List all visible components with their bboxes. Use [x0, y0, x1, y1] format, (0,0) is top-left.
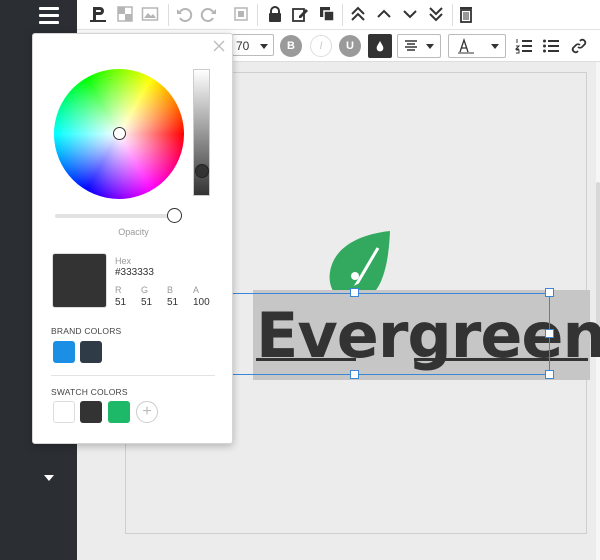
- image-icon[interactable]: [139, 3, 161, 25]
- text-color-button[interactable]: [368, 34, 392, 58]
- g-value-field[interactable]: 51: [141, 297, 152, 308]
- text-underline: [256, 358, 356, 361]
- color-wheel-handle[interactable]: [113, 127, 126, 140]
- droplet-icon: [376, 41, 384, 52]
- g-label: G: [141, 285, 149, 295]
- r-value-field[interactable]: 51: [115, 297, 126, 308]
- underline-button[interactable]: U: [339, 35, 361, 57]
- ordered-list-icon[interactable]: [513, 35, 535, 57]
- top-toolbar: [77, 0, 600, 30]
- color-picker-popover: Opacity Hex #333333 R G B A 51 51 51 100…: [32, 33, 233, 444]
- swatch-color[interactable]: [53, 401, 75, 423]
- selection-border: [230, 374, 550, 375]
- hex-label: Hex: [115, 256, 132, 266]
- swatch-color[interactable]: [108, 401, 130, 423]
- a-value-field[interactable]: 100: [193, 297, 210, 308]
- divider: [51, 375, 215, 376]
- resize-handle[interactable]: [545, 329, 554, 338]
- chevron-down-icon: [260, 44, 268, 49]
- b-label: B: [167, 285, 174, 295]
- bold-label: B: [287, 40, 295, 52]
- underline-label: U: [346, 40, 354, 52]
- close-icon[interactable]: [213, 40, 225, 52]
- opacity-label: Opacity: [118, 227, 149, 237]
- text-underline: [414, 358, 588, 361]
- brand-color-swatch[interactable]: [53, 341, 75, 363]
- swatch-color[interactable]: [80, 401, 102, 423]
- send-backward-icon[interactable]: [399, 3, 421, 25]
- chevron-down-icon: [426, 44, 434, 49]
- current-color-swatch: [52, 253, 107, 308]
- trash-icon[interactable]: [455, 3, 477, 25]
- brightness-handle[interactable]: [195, 164, 209, 178]
- add-swatch-button[interactable]: +: [136, 401, 158, 423]
- b-value-field[interactable]: 51: [167, 297, 178, 308]
- crop-icon[interactable]: [230, 3, 252, 25]
- swatch-colors-title: SWATCH COLORS: [51, 387, 128, 397]
- send-to-back-icon[interactable]: [425, 3, 447, 25]
- italic-label: I: [319, 40, 323, 52]
- bring-to-front-icon[interactable]: [347, 3, 369, 25]
- letter-spacing-select[interactable]: [448, 34, 506, 58]
- selection-border: [230, 293, 550, 294]
- redo-icon[interactable]: [198, 3, 220, 25]
- hex-value-field[interactable]: #333333: [115, 267, 154, 278]
- caret-down-icon[interactable]: [44, 475, 54, 481]
- undo-icon[interactable]: [173, 3, 195, 25]
- lock-icon[interactable]: [264, 3, 286, 25]
- font-size-select[interactable]: 70: [232, 34, 274, 56]
- italic-button[interactable]: I: [310, 35, 332, 57]
- brand-colors-title: BRAND COLORS: [51, 326, 122, 336]
- font-size-value: 70: [236, 39, 250, 53]
- letter-spacing-icon: [458, 38, 474, 54]
- align-center-icon: [405, 40, 417, 51]
- text-format-icon[interactable]: [87, 3, 109, 25]
- edit-icon[interactable]: [289, 3, 311, 25]
- align-select[interactable]: [397, 34, 441, 58]
- opacity-slider[interactable]: [55, 214, 175, 218]
- transparency-icon[interactable]: [114, 3, 136, 25]
- resize-handle[interactable]: [350, 288, 359, 297]
- duplicate-icon[interactable]: [316, 3, 338, 25]
- resize-handle[interactable]: [545, 370, 554, 379]
- opacity-handle[interactable]: [167, 208, 182, 223]
- resize-handle[interactable]: [350, 370, 359, 379]
- bullet-list-icon[interactable]: [540, 35, 562, 57]
- chevron-down-icon: [491, 44, 499, 49]
- bring-forward-icon[interactable]: [373, 3, 395, 25]
- brand-color-swatch[interactable]: [80, 341, 102, 363]
- resize-handle[interactable]: [545, 288, 554, 297]
- link-icon[interactable]: [568, 35, 590, 57]
- menu-icon[interactable]: [39, 7, 59, 24]
- a-label: A: [193, 285, 200, 295]
- r-label: R: [115, 285, 122, 295]
- bold-button[interactable]: B: [280, 35, 302, 57]
